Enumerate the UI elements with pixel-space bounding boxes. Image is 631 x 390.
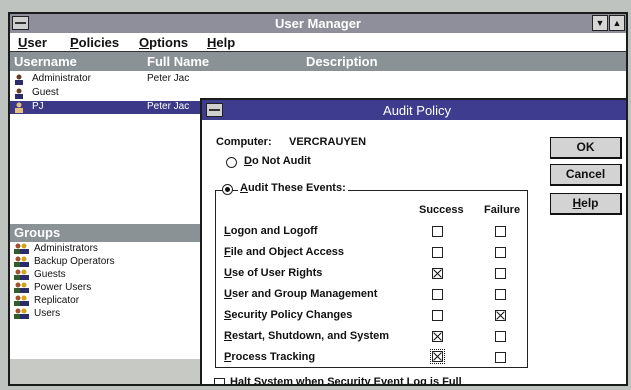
username: Guest [32,87,59,98]
event-label: Process Tracking [224,351,316,363]
minimize-icon[interactable]: ▼ [592,15,608,31]
menu-policies[interactable]: Policies [70,35,119,50]
security-policy-changes-success-checkbox[interactable] [432,310,443,321]
failure-column-header: Failure [484,204,521,216]
success-column-header: Success [419,204,464,216]
group-name: Users [34,308,61,319]
cancel-button[interactable]: Cancel [550,164,622,186]
menu-help[interactable]: Help [207,35,235,50]
restart-shutdown-system-failure-checkbox[interactable] [495,331,506,342]
group-icon [14,308,29,319]
group-row[interactable]: Guests [10,269,190,281]
restart-shutdown-system-success-checkbox[interactable] [432,331,443,342]
groups-title: Groups [14,225,61,240]
security-policy-changes-failure-checkbox[interactable] [495,310,506,321]
col-full-name[interactable]: Full Name [147,54,209,69]
file-object-access-failure-checkbox[interactable] [495,247,506,258]
dialog-title-bar[interactable]: Audit Policy [202,100,626,120]
group-icon [14,295,29,306]
audit-these-events-label[interactable]: Audit These Events: [238,182,348,194]
user-column-headers: Username Full Name Description [10,52,626,71]
user-list: Administrator Peter Jac Guest PJ Peter J… [10,71,200,221]
group-name: Power Users [34,282,92,293]
event-label: Logon and Logoff [224,225,318,237]
user-manager-window: User Manager ▼ ▲ User Policies Options H… [8,12,628,386]
process-tracking-success-checkbox[interactable] [430,349,445,364]
computer-name: VERCRAUYEN [289,136,367,148]
group-row[interactable]: Users [10,308,190,320]
col-description[interactable]: Description [306,54,378,69]
user-icon [15,88,23,99]
halt-system-checkbox[interactable] [214,378,225,384]
groups-header: Groups [10,224,200,242]
use-of-user-rights-failure-checkbox[interactable] [495,268,506,279]
use-of-user-rights-success-checkbox[interactable] [432,268,443,279]
dialog-title: Audit Policy [383,103,451,118]
group-name: Replicator [34,295,80,306]
do-not-audit-radio[interactable] [226,157,237,168]
user-row-administrator[interactable]: Administrator Peter Jac [10,73,200,86]
group-row[interactable]: Replicator [10,295,190,307]
group-name: Guests [34,269,66,280]
full-name: Peter Jac [147,101,190,112]
group-row[interactable]: Power Users [10,282,190,294]
username: PJ [32,101,44,112]
user-row-guest[interactable]: Guest [10,87,200,100]
group-icon [14,256,29,267]
full-name: Peter Jac [147,73,190,84]
window-title: User Manager [275,16,361,31]
help-button[interactable]: Help [550,193,622,215]
event-label: Use of User Rights [224,267,323,279]
event-label: User and Group Management [224,288,378,300]
group-icon [14,269,29,280]
user-row-pj[interactable]: PJ Peter Jac [10,101,200,114]
ok-button[interactable]: OK [550,137,622,159]
process-tracking-failure-checkbox[interactable] [495,352,506,363]
event-label: Restart, Shutdown, and System [224,330,390,342]
file-object-access-success-checkbox[interactable] [432,247,443,258]
user-icon [15,102,23,113]
group-name: Administrators [34,243,98,254]
group-icon [14,282,29,293]
event-label: Security Policy Changes [224,309,353,321]
menu-user[interactable]: User [18,35,47,50]
group-icon [14,243,29,254]
group-row[interactable]: Administrators [10,243,190,255]
user-icon [15,74,23,85]
audit-policy-dialog: Audit Policy Computer: VERCRAUYEN Do Not… [200,98,626,384]
group-row[interactable]: Backup Operators [10,256,190,268]
event-label: File and Object Access [224,246,345,258]
user-group-management-failure-checkbox[interactable] [495,289,506,300]
do-not-audit-label[interactable]: Do Not Audit [244,155,311,167]
audit-these-events-radio[interactable] [222,184,233,195]
user-group-management-success-checkbox[interactable] [432,289,443,300]
menu-options[interactable]: Options [139,35,188,50]
computer-label: Computer: [216,136,272,148]
menu-bar: User Policies Options Help [10,33,626,52]
col-username[interactable]: Username [14,54,77,69]
title-bar[interactable]: User Manager ▼ ▲ [10,14,626,34]
group-name: Backup Operators [34,256,115,267]
maximize-icon[interactable]: ▲ [609,15,625,31]
logon-logoff-failure-checkbox[interactable] [495,226,506,237]
logon-logoff-success-checkbox[interactable] [432,226,443,237]
halt-system-label[interactable]: Halt System when Security Event Log is F… [230,376,462,384]
username: Administrator [32,73,91,84]
